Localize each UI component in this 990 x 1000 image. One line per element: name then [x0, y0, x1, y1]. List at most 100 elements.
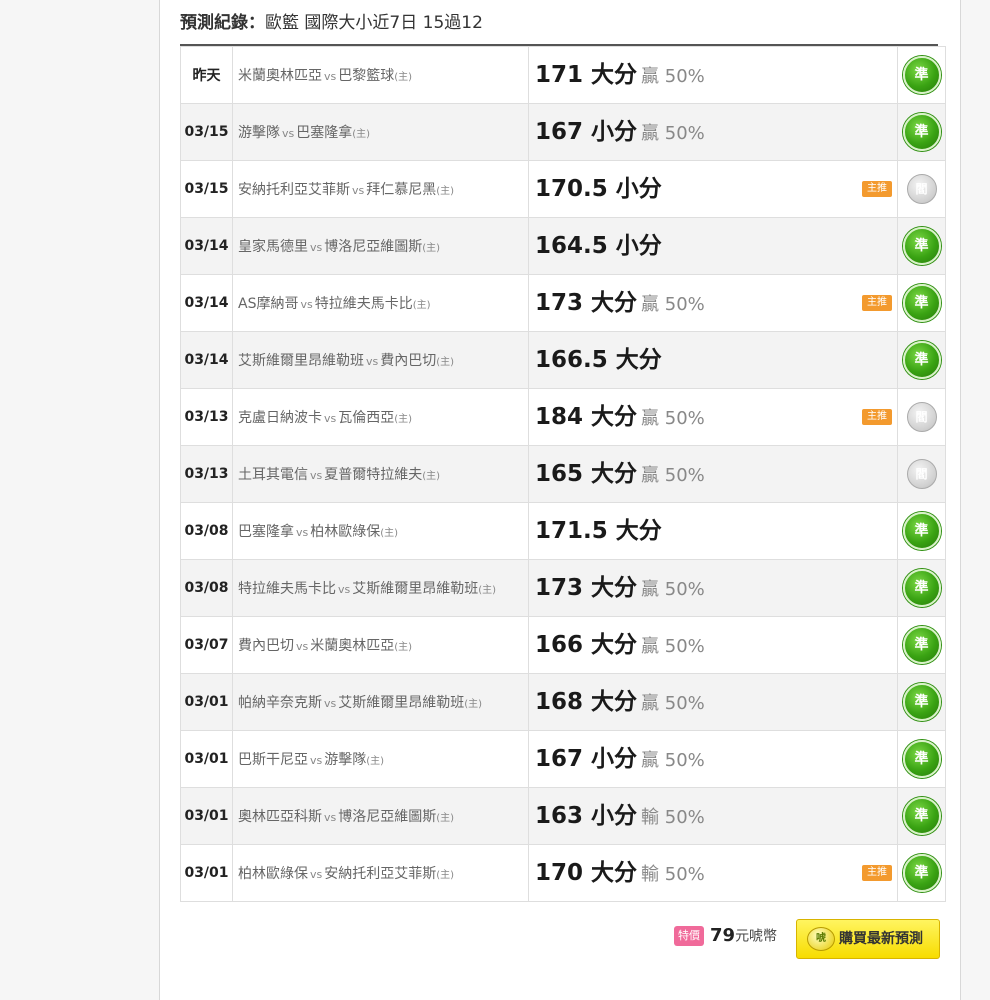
row-match: 巴塞隆拿 vs 柏林歐綠保(主) [232, 502, 529, 560]
push-status-icon: 閻 [906, 174, 937, 204]
table-row: 03/15 游擊隊 vs 巴塞隆拿(主) 167 小分贏 50% 準 [180, 103, 946, 161]
buy-button-label: 購買最新預測 [839, 931, 923, 947]
home-team: 米蘭奧林匹亞 [238, 68, 322, 84]
away-team: 巴塞隆拿 [296, 125, 353, 141]
pick-value: 166.5 大分 [535, 347, 662, 373]
away-team: 特拉維夫馬卡比 [314, 296, 413, 312]
hit-status-icon: 準 [902, 227, 941, 265]
row-date: 03/15 [180, 160, 233, 218]
hit-status-icon: 準 [902, 113, 941, 151]
header-summary: 歐籃 國際大小近7日 15過12 [265, 13, 483, 33]
home-team: 費內巴切 [238, 638, 294, 654]
row-pick: 167 小分贏 50% [528, 103, 898, 161]
row-status: 準 [897, 331, 946, 389]
pick-line: 171.5 大分 [535, 503, 662, 559]
home-team: 皇家馬德里 [238, 239, 308, 255]
row-match: 奧林匹亞科斯 vs 博洛尼亞維圖斯(主) [232, 787, 529, 845]
price-unit: 元唬幣 [735, 928, 778, 945]
home-team: 特拉維夫馬卡比 [238, 581, 336, 597]
row-match: AS摩納哥 vs 特拉維夫馬卡比(主) [232, 274, 529, 332]
home-marker: (主) [436, 813, 455, 824]
row-date: 03/01 [180, 730, 233, 788]
table-row: 03/14 皇家馬德里 vs 博洛尼亞維圖斯(主) 164.5 小分準 [180, 217, 946, 275]
home-marker: (主) [436, 357, 455, 368]
table-row: 03/14 艾斯維爾里昂維勒班 vs 費內巴切(主) 166.5 大分準 [180, 331, 946, 389]
row-match: 克盧日納波卡 vs 瓦倫西亞(主) [232, 388, 529, 446]
pick-line: 166 大分贏 50% [535, 617, 705, 675]
row-status: 準 [897, 217, 946, 275]
row-pick: 165 大分贏 50% [528, 445, 898, 504]
row-match: 游擊隊 vs 巴塞隆拿(主) [232, 103, 529, 161]
row-date: 昨天 [180, 46, 233, 104]
home-marker: (主) [478, 585, 497, 596]
vs-label: vs [352, 184, 365, 197]
hit-status-icon: 準 [902, 569, 941, 607]
home-marker: (主) [436, 870, 455, 881]
row-date: 03/08 [180, 559, 233, 617]
row-status: 閻 [897, 160, 946, 218]
row-match: 皇家馬德里 vs 博洛尼亞維圖斯(主) [232, 217, 529, 275]
pick-line: 170 大分輸 50% [535, 845, 705, 903]
pick-line: 165 大分贏 50% [535, 446, 705, 504]
row-status: 閻 [897, 388, 946, 446]
header-label: 預測紀錄 [180, 13, 248, 33]
pick-result: 贏 50% [641, 465, 705, 486]
pick-line: 184 大分贏 50% [535, 389, 705, 447]
away-team: 安納托利亞艾菲斯 [324, 866, 437, 882]
row-pick: 163 小分輸 50% [528, 787, 898, 845]
row-pick: 184 大分贏 50% 主推 [528, 388, 898, 447]
home-team: 艾斯維爾里昂維勒班 [238, 353, 364, 369]
row-pick: 171 大分贏 50% [528, 46, 898, 104]
row-match: 安納托利亞艾菲斯 vs 拜仁慕尼黑(主) [232, 160, 529, 218]
prediction-record-header: 預測紀錄：歐籃 國際大小近7日 15過12 [180, 10, 483, 36]
row-date: 03/08 [180, 502, 233, 560]
away-team: 柏林歐綠保 [310, 524, 381, 540]
pick-value: 167 小分 [535, 119, 638, 145]
pick-value: 184 大分 [535, 404, 638, 430]
row-pick: 164.5 小分 [528, 217, 898, 275]
away-team: 拜仁慕尼黑 [366, 182, 437, 198]
vs-label: vs [310, 754, 323, 767]
row-status: 閻 [897, 445, 946, 503]
main-pick-badge: 主推 [862, 409, 892, 425]
home-team: 奧林匹亞科斯 [238, 809, 322, 825]
home-marker: (主) [412, 300, 431, 311]
table-row: 03/13 土耳其電信 vs 夏普爾特拉維夫(主) 165 大分贏 50% 閻 [180, 445, 946, 504]
row-match: 柏林歐綠保 vs 安納托利亞艾菲斯(主) [232, 844, 529, 902]
home-marker: (主) [422, 243, 441, 254]
table-row: 03/15 安納托利亞艾菲斯 vs 拜仁慕尼黑(主) 170.5 小分 主推閻 [180, 160, 946, 218]
row-pick: 171.5 大分 [528, 502, 898, 560]
row-match: 帕納辛奈克斯 vs 艾斯維爾里昂維勒班(主) [232, 673, 529, 731]
row-match: 特拉維夫馬卡比 vs 艾斯維爾里昂維勒班(主) [232, 559, 529, 617]
pick-line: 168 大分贏 50% [535, 674, 705, 732]
home-marker: (主) [394, 642, 413, 653]
main-pick-badge: 主推 [862, 865, 892, 881]
home-team: 游擊隊 [238, 125, 280, 141]
row-date: 03/14 [180, 217, 233, 275]
vs-label: vs [324, 412, 337, 425]
price-info: 特價 79元唬幣 [674, 925, 777, 949]
vs-label: vs [338, 583, 351, 596]
away-team: 博洛尼亞維圖斯 [324, 239, 423, 255]
home-team: 巴塞隆拿 [238, 524, 294, 540]
row-pick: 170.5 小分 主推 [528, 160, 898, 218]
row-date: 03/07 [180, 616, 233, 674]
row-date: 03/01 [180, 787, 233, 845]
row-pick: 167 小分贏 50% [528, 730, 898, 788]
pick-value: 171.5 大分 [535, 518, 662, 544]
away-team: 艾斯維爾里昂維勒班 [352, 581, 479, 597]
row-match: 米蘭奧林匹亞 vs 巴黎籃球(主) [232, 46, 529, 104]
row-date: 03/01 [180, 673, 233, 731]
row-pick: 170 大分輸 50% 主推 [528, 844, 898, 903]
row-status: 準 [897, 103, 946, 161]
main-pick-badge: 主推 [862, 295, 892, 311]
home-team: 巴斯干尼亞 [238, 752, 308, 768]
buy-latest-prediction-button[interactable]: 唬購買最新預測 [796, 919, 940, 959]
pick-value: 173 大分 [535, 290, 638, 316]
away-team: 瓦倫西亞 [338, 410, 395, 426]
pick-value: 171 大分 [535, 62, 638, 88]
pick-value: 168 大分 [535, 689, 638, 715]
table-row: 03/13 克盧日納波卡 vs 瓦倫西亞(主) 184 大分贏 50% 主推閻 [180, 388, 946, 447]
vs-label: vs [296, 640, 309, 653]
push-status-icon: 閻 [906, 402, 937, 432]
